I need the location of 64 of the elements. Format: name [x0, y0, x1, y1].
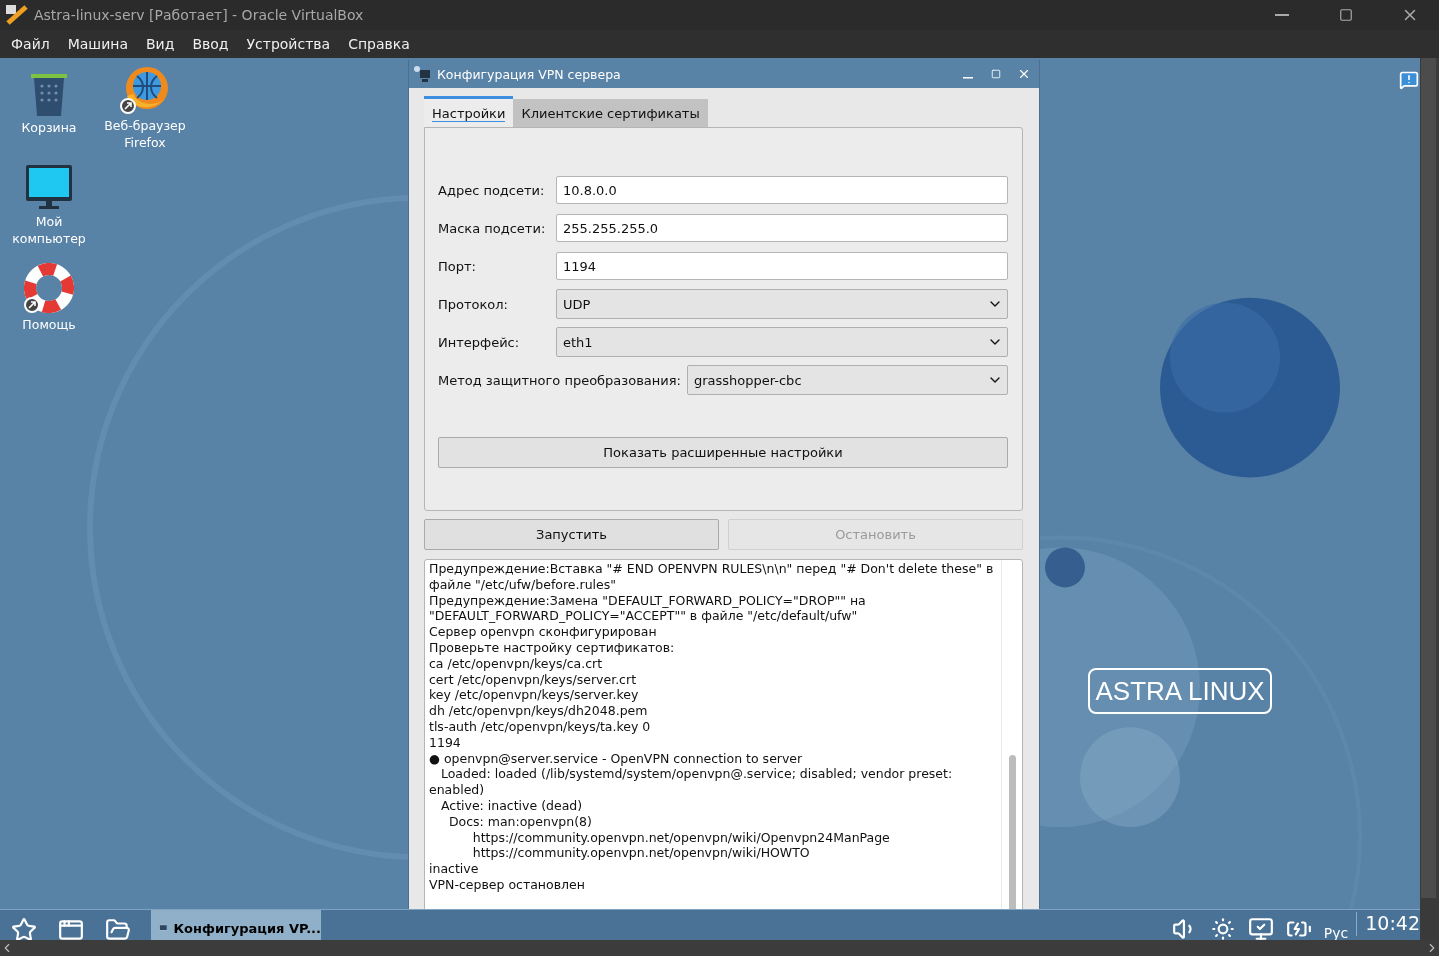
log-line: Active: inactive (dead) — [439, 797, 584, 814]
minimize-icon — [1275, 14, 1289, 16]
dialog-title: Конфигурация VPN сервера — [437, 66, 622, 82]
field-label: Порт: — [438, 258, 477, 274]
log-line: VPN-сервер остановлен — [429, 876, 586, 893]
log-line: Предупреждение:Вставка "# END OPENVPN RULES\n\n" перед "# Don't delete these" в файле "/etc/ufw/before.rules" — [429, 561, 995, 593]
desktop-icon-label[interactable]: Помощь — [22, 316, 76, 333]
maximize-icon — [991, 69, 1001, 79]
log-line: dh /etc/openvpn/keys/dh2048.pem — [429, 703, 649, 719]
monitor-icon — [25, 164, 73, 210]
minimize-icon — [963, 77, 973, 79]
menu-item[interactable]: Ввод — [183, 36, 238, 52]
keyboard-layout[interactable]: Рус — [1323, 916, 1349, 940]
log-line: ca /etc/openvpn/keys/ca.crt — [429, 655, 604, 672]
desktop-icon-label[interactable]: Мой компьютер — [4, 213, 94, 247]
log-line: 1194 — [429, 734, 462, 751]
log-line: Loaded: loaded (/lib/systemd/system/openvpn@.service; disabled; vendor preset: enabled) — [429, 766, 954, 798]
log-line: Предупреждение:Замена "DEFAULT_FORWARD_POLICY="DROP"" на "DEFAULT_FORWARD_POLICY="ACCEPT"" в файле "/etc/default/ufw" — [429, 592, 867, 625]
log-line: https://community.openvpn.net/openvpn/wiki/Openvpn24ManPage — [471, 829, 891, 846]
maximize-icon — [1339, 8, 1353, 22]
log-line: cert /etc/openvpn/keys/server.crt — [429, 671, 638, 688]
clock[interactable]: 10:42 — [1365, 910, 1420, 934]
log-line: tls-auth /etc/openvpn/keys/ta.key 0 — [429, 718, 652, 735]
log-line: Сервер openvpn сконфигурирован — [429, 624, 658, 640]
action-button[interactable]: Запустить — [424, 519, 719, 550]
network-icon — [413, 65, 431, 83]
browser-icon — [119, 66, 171, 114]
text-field[interactable]: 255.255.255.0 — [556, 214, 1008, 242]
desktop-icon-label[interactable]: Корзина — [21, 119, 77, 136]
field-label: Адрес подсети: — [438, 182, 546, 198]
tab[interactable]: Настройки — [424, 96, 514, 127]
dropdown[interactable]: eth1 — [556, 327, 1008, 357]
field-label: Метод защитного преобразования: — [438, 372, 682, 388]
field-label: Интерфейс: — [438, 334, 521, 350]
menu-item[interactable]: Справка — [339, 36, 419, 52]
log-line: Проверьте настройку сертификатов: — [429, 640, 676, 656]
logo: ASTRA LINUX — [1088, 668, 1272, 714]
text-field[interactable]: 1194 — [556, 252, 1008, 280]
menu-item[interactable]: Устройства — [237, 36, 340, 52]
brightness-icon[interactable] — [1209, 916, 1236, 940]
taskbar-task[interactable]: Конфигурация VP... — [151, 910, 321, 940]
app-logo-icon — [6, 5, 28, 25]
tab[interactable]: Клиентские сертификаты — [513, 99, 708, 127]
display-icon[interactable] — [1247, 916, 1274, 940]
field-label: Маска подсети: — [438, 220, 547, 236]
log-line: inactive — [429, 861, 480, 877]
advanced-settings-button[interactable]: Показать расширенные настройки — [438, 437, 1008, 468]
window-title: Astra-linux-serv [Работает] - Oracle VirtualBox — [34, 7, 365, 23]
log-line: https://community.openvpn.net/openvpn/wiki/HOWTO — [471, 845, 811, 862]
log-line: key /etc/openvpn/keys/server.key — [429, 687, 640, 704]
log-line: Docs: man:openvpn(8) — [447, 813, 593, 830]
menu-item[interactable]: Файл — [2, 36, 59, 52]
field-label: Протокол: — [438, 296, 509, 312]
dropdown[interactable]: UDP — [556, 289, 1008, 319]
desktop-icon-label[interactable]: Веб-браузер Firefox — [100, 117, 190, 151]
menu-item[interactable]: Вид — [137, 36, 184, 52]
dropdown[interactable]: grasshopper-cbc — [686, 365, 1008, 395]
lifebuoy-icon — [24, 263, 74, 313]
menu-item[interactable]: Машина — [58, 36, 137, 52]
trash-icon — [29, 74, 69, 116]
text-field[interactable]: 10.8.0.0 — [556, 176, 1008, 204]
close-icon — [1017, 67, 1031, 81]
scrollbar-thumb[interactable] — [1008, 755, 1016, 909]
log-line: ● openvpn@server.service - OpenVPN connection to server — [429, 750, 804, 767]
